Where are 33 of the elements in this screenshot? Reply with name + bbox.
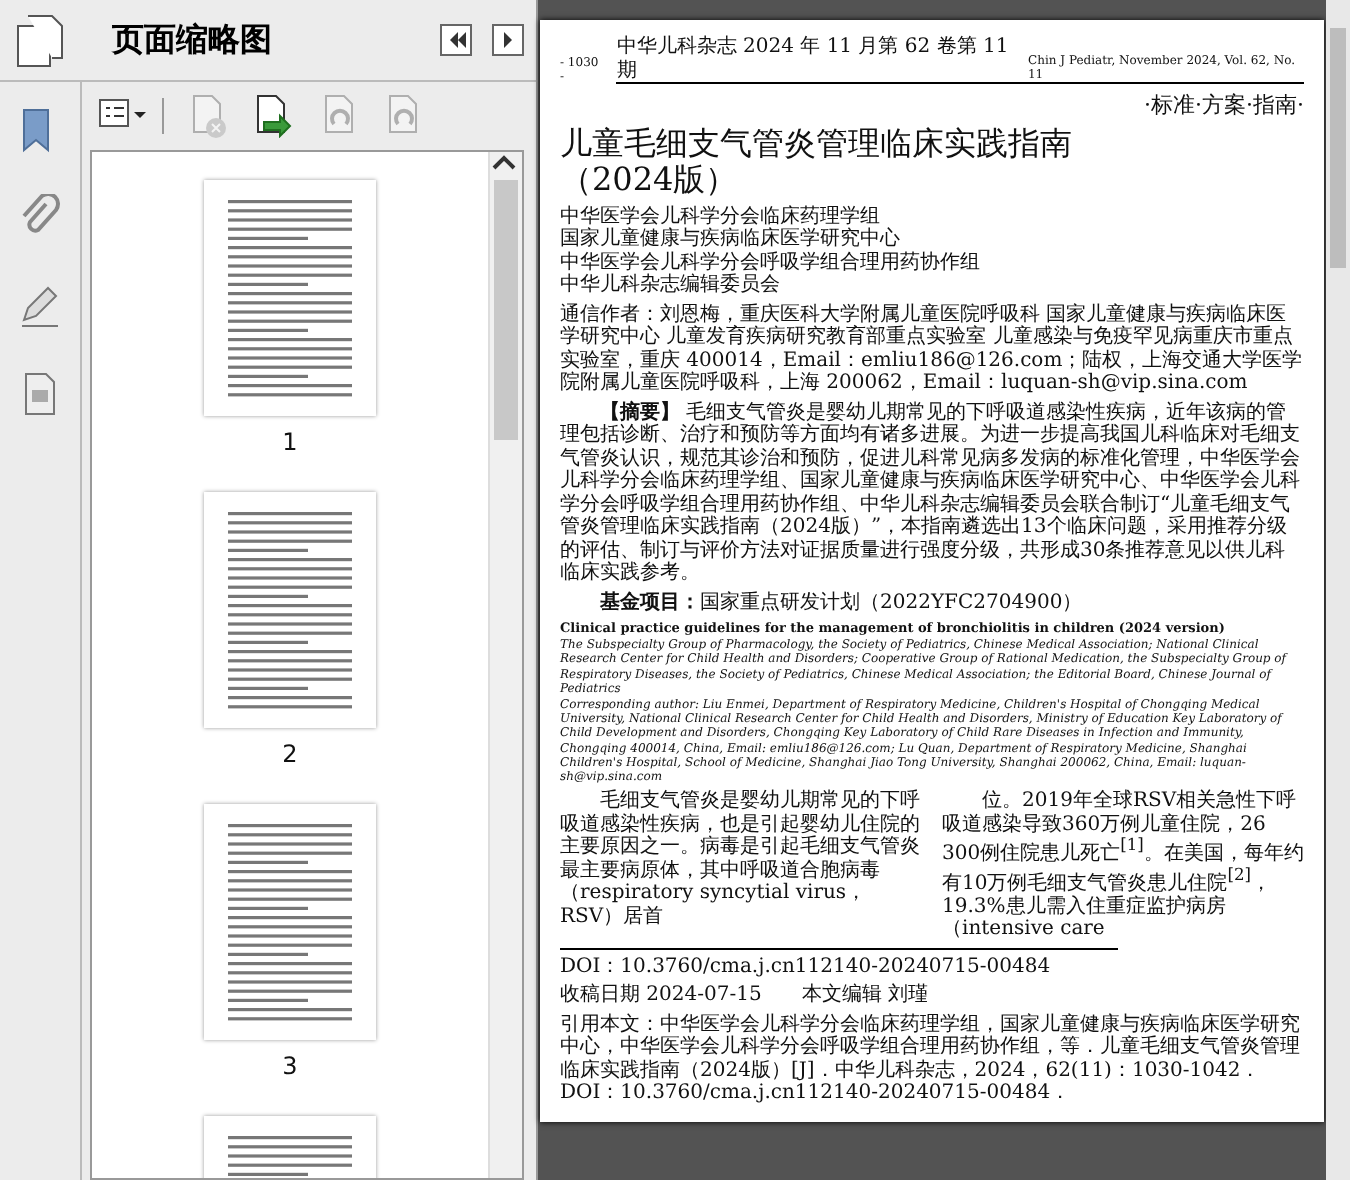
article-title: 儿童毛细支气管炎管理临床实践指南 [560, 126, 1074, 163]
fund-text: 基金项目：国家重点研发计划（2022YFC2704900） [598, 591, 1085, 615]
journal-name: 中华儿科杂志 2024 年 11 月第 62 卷第 11 期 [616, 36, 1011, 82]
author-group: 国家儿童健康与疾病临床医学研究中心 [560, 228, 1304, 252]
page-thumbnail[interactable] [204, 804, 376, 1040]
insert-page-icon[interactable] [252, 94, 296, 138]
scrollbar-thumb[interactable] [1330, 28, 1346, 268]
section-label: ·标准·方案·指南· [1144, 90, 1304, 120]
page-number-label: 2 [282, 740, 298, 768]
abstract-text: 【摘要】 毛细支气管炎是婴幼儿期常见的下呼吸道感染性疾病，近年该病的管理包括诊断、治疗和预防等方面均有诸多进展。为进一步提高我国儿科临床对毛细支气管炎认识，规范其诊治和预防，促进儿科常见病多发病的标准化管理，中华医学会儿科学分会临床药理学组、国家儿童健康与疾病临床医学研究中心、中华医学会儿科学分会呼吸学组合理用药协作组、中华儿科杂志编辑委员会联合制订“儿童毛细支气管炎管理临床实践指南（2024版）”，本指南遴选出13个临床问题，采用推荐分级的评估、制订与评价方法对证据质量进行强度分级，共形成30条推荐意见以供儿科临床实践参考。 [560, 401, 1302, 586]
editor-name: 本文编辑 刘瑾 [801, 984, 929, 1008]
doi-text: DOI：10.3760/cma.j.cn112140-20240715-00484 [560, 955, 1053, 979]
citation-text: 引用本文：中华医学会儿科学分会临床药理学组，国家儿童健康与疾病临床医学研究中心，中华医学会儿科学分会呼吸学组合理用药协作组，等．儿童毛细支气管炎管理临床实践指南（2024版）[J]．中华儿科杂志，2024，62(11)：1030-1042．DOI：10.3760/cma.j.cn112140-20240715-00484． [560, 1013, 1302, 1106]
body-text: 毛细支气管炎是婴幼儿期常见的下呼吸道感染性疾病，也是引起婴幼儿住院的主要原因之一。病毒是引起毛细支气管炎最主要病原体，其中呼吸道合胞病毒（respiratory syncytial virus，RSV）居首 [560, 790, 922, 932]
next-button[interactable] [492, 24, 524, 56]
received-date: 收稿日期 2024-07-15 [560, 984, 762, 1008]
collapse-button[interactable] [440, 24, 472, 56]
page-thumbnail[interactable] [204, 492, 376, 728]
double-left-icon [445, 30, 467, 50]
correspondence-text: 通信作者：刘恩梅，重庆医科大学附属儿童医院呼吸科 国家儿童健康与疾病临床医学研究中心 儿童发育疾病研究教育部重点实验室 儿童感染与免疫罕见病重庆市重点实验室，重庆 400014，Email：emliu186@126.com；陆权，上海交通大学医学院附属儿童医院呼吸科，上海 200062，Email：luquan-sh@vip.sina.com [560, 303, 1304, 396]
author-group: 中华医学会儿科学分会呼吸学组合理用药协作组 [560, 251, 1304, 275]
author-group: 中华儿科杂志编辑委员会 [560, 274, 1304, 298]
right-triangle-icon [498, 30, 518, 50]
body-text: 位。2019年全球RSV相关急性下呼吸道感染导致360万例儿童住院，26 300例住院患儿死亡$^{[1]}$。在美国，每年约有10万例毛细支气管炎患儿住院$^{[2]}$，19.3%患儿需入住重症监护病房（intensive care [942, 790, 1304, 942]
page-number-label: 3 [282, 1052, 298, 1080]
scrollbar-thumb[interactable] [494, 180, 518, 440]
page-thumbnail[interactable] [204, 180, 376, 416]
pen-icon[interactable] [18, 282, 62, 330]
page-number-label: 1 [282, 428, 298, 456]
pages-icon[interactable] [12, 10, 68, 70]
author-group: 中华医学会儿科学分会临床药理学组 [560, 205, 1304, 229]
article-title: （2024版） [560, 162, 740, 200]
panel-title: 页面缩略图 [112, 19, 274, 61]
